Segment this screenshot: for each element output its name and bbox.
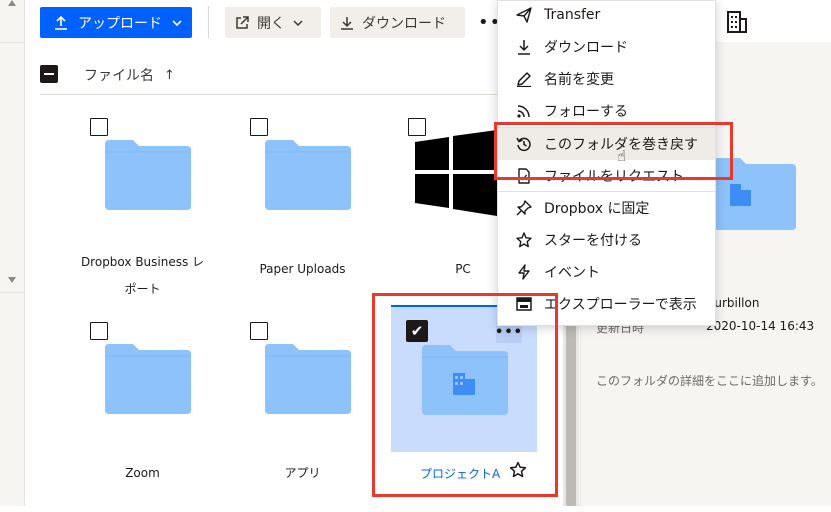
- menu-item-label: スターを付ける: [544, 233, 642, 249]
- folder-icon: [105, 344, 191, 414]
- open-label: 開く: [257, 15, 285, 32]
- menu-item-rename[interactable]: 名前を変更: [498, 63, 715, 95]
- item-checkbox[interactable]: [90, 322, 108, 340]
- modified-value: 2020-10-14 16:43: [706, 319, 815, 333]
- sort-arrow-icon: ↑: [164, 67, 175, 83]
- toolbar-divider: [208, 6, 209, 38]
- upload-label: アップロード: [78, 15, 162, 32]
- chevron-down-icon: [293, 19, 303, 26]
- windows-icon: [415, 130, 497, 216]
- gutter-divider: [0, 292, 24, 293]
- folder-icon: [105, 140, 191, 210]
- menu-item-transfer[interactable]: Transfer: [498, 0, 715, 31]
- sidebar-gutter: [0, 0, 25, 506]
- star-icon: [516, 232, 532, 248]
- menu-item-label: Transfer: [544, 7, 601, 23]
- menu-item-label: 名前を変更: [544, 72, 614, 88]
- grid-item[interactable]: Dropbox Business レ ポート: [40, 118, 204, 308]
- upload-icon: [55, 15, 67, 30]
- description-placeholder[interactable]: このフォルダの詳細をここに追加します。: [596, 372, 823, 389]
- menu-item-label: フォローする: [544, 104, 628, 120]
- name-column-label: ファイル名: [84, 68, 154, 84]
- menu-item-label: イベント: [544, 265, 600, 281]
- grid-item[interactable]: Paper Uploads: [200, 118, 352, 308]
- menu-item-star[interactable]: スターを付ける: [498, 224, 715, 256]
- lightning-icon: [518, 264, 530, 280]
- menu-item-label: エクスプローラーで表示: [544, 297, 697, 313]
- folder-icon: [265, 344, 351, 414]
- menu-item-label: Dropbox に固定: [544, 201, 650, 217]
- grid-item[interactable]: Zoom: [40, 322, 192, 512]
- download-icon: [518, 40, 530, 55]
- item-checkbox[interactable]: [90, 118, 108, 136]
- chevron-down-icon: [172, 19, 182, 26]
- item-checkbox[interactable]: [250, 118, 268, 136]
- grid-item[interactable]: アプリ: [200, 322, 352, 512]
- scroll-down-arrow[interactable]: [8, 277, 16, 283]
- menu-item-events[interactable]: イベント: [498, 256, 715, 288]
- rss-icon: [517, 105, 530, 118]
- download-label: ダウンロード: [362, 15, 446, 32]
- item-checkbox[interactable]: [250, 322, 268, 340]
- menu-item-label: ダウンロード: [544, 40, 628, 56]
- highlight-box-selected-folder: [372, 293, 558, 497]
- select-all-checkbox[interactable]: [40, 65, 58, 83]
- name-column-header[interactable]: ファイル名 ↑: [84, 65, 175, 85]
- team-building-icon[interactable]: [727, 10, 747, 34]
- send-icon: [516, 7, 532, 23]
- download-button[interactable]: ダウンロード: [330, 7, 465, 38]
- list-header: ファイル名 ↑: [40, 56, 560, 95]
- pencil-icon: [517, 72, 531, 87]
- menu-item-download[interactable]: ダウンロード: [498, 31, 715, 63]
- highlight-box-rewind-option: [494, 122, 733, 180]
- gutter-divider: [0, 42, 24, 43]
- pin-icon: [516, 200, 532, 216]
- upload-button[interactable]: アップロード: [40, 7, 192, 38]
- open-external-icon: [236, 15, 249, 29]
- folder-icon: [265, 140, 351, 210]
- open-button[interactable]: 開く: [225, 7, 321, 38]
- scroll-up-arrow[interactable]: [8, 0, 16, 6]
- download-icon: [341, 16, 353, 30]
- menu-item-pin[interactable]: Dropbox に固定: [498, 192, 715, 224]
